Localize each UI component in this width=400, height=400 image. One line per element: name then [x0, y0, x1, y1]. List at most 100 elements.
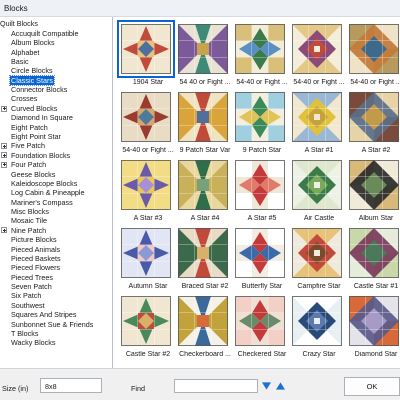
- tree-item[interactable]: Pieced Baskets: [0, 254, 112, 263]
- tree-item[interactable]: Nine Patch: [0, 226, 112, 235]
- block-caption: 9 Patch Star: [242, 147, 282, 154]
- tree-item[interactable]: Curved Blocks: [0, 104, 112, 113]
- tree-item[interactable]: Mosaic Tile: [0, 216, 112, 225]
- block-tile[interactable]: 54-40 or Fight ...: [346, 24, 400, 90]
- block-thumbnail: [292, 228, 342, 278]
- block-tile[interactable]: 54-40 or Fight ...: [232, 24, 292, 90]
- block-tile[interactable]: 9 Patch Star: [232, 92, 292, 158]
- block-tile[interactable]: Crazy Star: [289, 296, 349, 362]
- tree-item-label: Eight Patch: [11, 122, 48, 132]
- block-tile[interactable]: 54 40 or Fight ...: [175, 24, 235, 90]
- block-tile[interactable]: 9 Patch Star Var: [175, 92, 235, 158]
- block-tile[interactable]: A Star #5: [232, 160, 292, 226]
- quilt-block-icon: [235, 296, 285, 346]
- tree-item[interactable]: Alphabet: [0, 47, 112, 57]
- block-caption: 1904 Star: [132, 79, 164, 86]
- tree-item-label: Alphabet: [11, 47, 40, 57]
- tree-item[interactable]: Wacky Blocks: [0, 338, 112, 348]
- quilt-block-icon: [178, 160, 228, 210]
- tree-item[interactable]: Pieced Animals: [0, 245, 112, 254]
- tree-item[interactable]: Five Patch: [0, 141, 112, 150]
- tree-item-label: T Blocks: [11, 328, 39, 338]
- find-next-arrow-down-icon[interactable]: [262, 382, 271, 390]
- block-tile[interactable]: A Star #1: [289, 92, 349, 158]
- block-tile[interactable]: A Star #4: [175, 160, 235, 226]
- expand-plus-icon[interactable]: [1, 152, 7, 159]
- quilt-block-icon: [292, 228, 342, 278]
- tree-item[interactable]: Pieced Trees: [0, 273, 112, 282]
- tree-item[interactable]: Six Patch: [0, 291, 112, 300]
- block-thumbnail: [121, 228, 171, 278]
- tree-item-label: Diamond In Square: [11, 113, 73, 123]
- block-tile[interactable]: Air Castle: [289, 160, 349, 226]
- block-tile[interactable]: 54-40 or Fight ...: [289, 24, 349, 90]
- tree-item[interactable]: Misc Blocks: [0, 207, 112, 217]
- quilt-block-icon: [235, 92, 285, 142]
- tree-item[interactable]: Sunbonnet Sue & Friends: [0, 319, 112, 329]
- tree-item[interactable]: Geese Blocks: [0, 170, 112, 179]
- tree-item[interactable]: Pieced Flowers: [0, 263, 112, 272]
- tree-item[interactable]: Four Patch: [0, 160, 112, 169]
- tree-item[interactable]: Eight Point Star: [0, 132, 112, 141]
- block-tile[interactable]: Castle Star #1: [346, 228, 400, 294]
- tree-item[interactable]: Seven Patch: [0, 282, 112, 291]
- block-grid[interactable]: 1904 Star 54 40 or Fight ... 54-40 or Fi…: [114, 17, 400, 368]
- ok-button[interactable]: OK: [344, 377, 400, 396]
- block-tile[interactable]: Braced Star #2: [175, 228, 235, 294]
- block-caption: 54 40 or Fight ...: [179, 79, 231, 86]
- block-tile[interactable]: Checkerboard ...: [175, 296, 235, 362]
- tree-item[interactable]: Accuquilt Compatible: [0, 29, 112, 38]
- block-tile[interactable]: Autumn Star: [118, 228, 178, 294]
- block-tile[interactable]: Campfire Star: [289, 228, 349, 294]
- expand-plus-icon[interactable]: [1, 105, 7, 112]
- expand-plus-icon[interactable]: [1, 227, 7, 234]
- tree-item[interactable]: Crosses: [0, 94, 112, 103]
- quilt-block-icon: [178, 228, 228, 278]
- tree-item[interactable]: Eight Patch: [0, 122, 112, 132]
- size-select[interactable]: 8x8: [40, 378, 102, 393]
- tree-item[interactable]: Squares And Stripes: [0, 310, 112, 319]
- tree-root-label[interactable]: Quilt Blocks: [0, 19, 38, 28]
- tree-item[interactable]: Basic: [0, 57, 112, 66]
- tree-item[interactable]: Diamond In Square: [0, 113, 112, 123]
- window-title: Blocks: [4, 4, 28, 13]
- tree-item-label: Wacky Blocks: [11, 338, 56, 348]
- find-input[interactable]: [174, 379, 258, 393]
- category-tree[interactable]: Quilt Blocks Accuquilt Compatible Album B…: [0, 17, 113, 368]
- tree-item[interactable]: Picture Blocks: [0, 235, 112, 244]
- tree-item[interactable]: Circle Blocks: [0, 66, 112, 75]
- block-tile[interactable]: Butterfly Star: [232, 228, 292, 294]
- block-tile[interactable]: 54-40 or Fight ...: [118, 92, 178, 158]
- block-thumbnail: [235, 160, 285, 210]
- quilt-block-icon: [235, 24, 285, 74]
- tree-item[interactable]: Southwest: [0, 301, 112, 310]
- quilt-block-icon: [121, 296, 171, 346]
- tree-item-label: Misc Blocks: [11, 207, 49, 217]
- block-thumbnail: [235, 228, 285, 278]
- block-tile[interactable]: Checkered Star: [232, 296, 292, 362]
- block-tile[interactable]: Castle Star #2: [118, 296, 178, 362]
- block-tile[interactable]: 1904 Star: [117, 20, 178, 90]
- tree-item-label: Sunbonnet Sue & Friends: [11, 319, 94, 329]
- tree-item[interactable]: Mariner's Compass: [0, 198, 112, 207]
- block-thumbnail: [349, 160, 399, 210]
- tree-item[interactable]: Classic Stars: [0, 74, 112, 87]
- quilt-block-icon: [235, 160, 285, 210]
- quilt-block-icon: [349, 228, 399, 278]
- find-prev-arrow-up-icon[interactable]: [276, 382, 285, 390]
- tree-item[interactable]: Kaleidoscope Blocks: [0, 179, 112, 188]
- quilt-block-icon: [121, 92, 171, 142]
- block-tile[interactable]: Diamond Star: [346, 296, 400, 362]
- block-tile[interactable]: A Star #2: [346, 92, 400, 158]
- tree-item[interactable]: Album Blocks: [0, 38, 112, 47]
- tree-item[interactable]: Foundation Blocks: [0, 151, 112, 160]
- expand-plus-icon[interactable]: [1, 161, 7, 168]
- block-caption: 54-40 or Fight ...: [293, 79, 345, 86]
- tree-item[interactable]: Log Cabin & Pineapple: [0, 188, 112, 197]
- tree-item[interactable]: Connector Blocks: [0, 85, 112, 94]
- quilt-block-icon: [178, 24, 228, 74]
- tree-item[interactable]: T Blocks: [0, 328, 112, 338]
- expand-plus-icon[interactable]: [1, 143, 7, 150]
- block-tile[interactable]: Album Star: [346, 160, 400, 226]
- block-tile[interactable]: A Star #3: [118, 160, 178, 226]
